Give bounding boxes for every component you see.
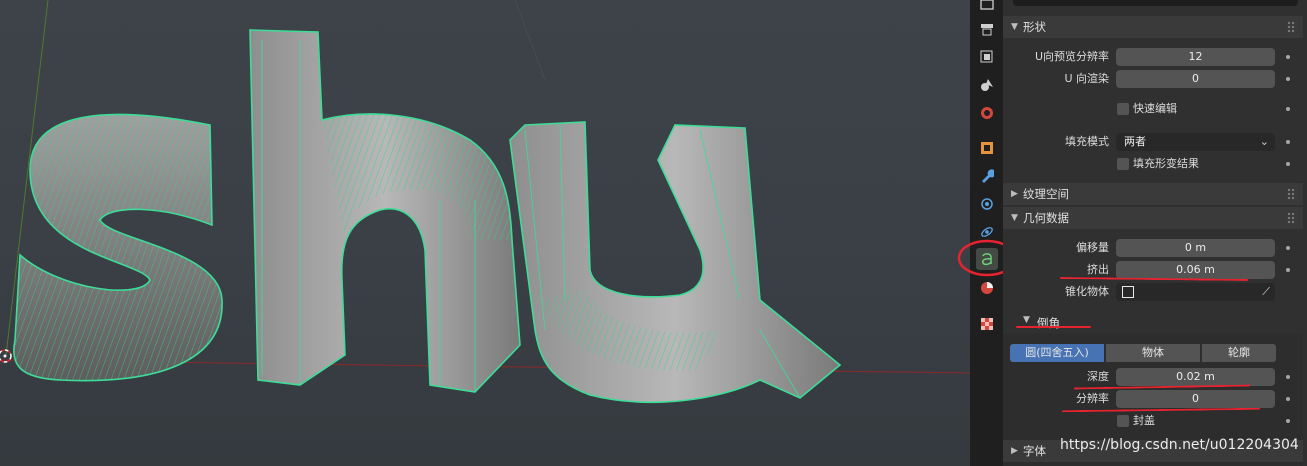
particles-icon — [981, 198, 993, 210]
fill-mode-value: 两者 — [1124, 135, 1146, 148]
wrench-icon — [982, 169, 994, 183]
depth-field[interactable]: 0.02 m — [1116, 368, 1275, 386]
drag-handle-icon[interactable] — [1287, 188, 1295, 200]
cap-checkbox[interactable] — [1117, 415, 1129, 427]
u-render-field[interactable]: 0 — [1116, 70, 1275, 88]
properties-tab-bar — [970, 0, 1003, 466]
geometry-header-label: 几何数据 — [1023, 211, 1069, 225]
modifier-tab[interactable] — [976, 165, 998, 187]
view-layer-icon — [980, 50, 993, 63]
search-input[interactable] — [1013, 0, 1298, 6]
fill-deform-label: 填充形变结果 — [1133, 157, 1199, 170]
material-icon — [981, 282, 993, 294]
taper-object-field[interactable]: ⟋ — [1116, 283, 1275, 301]
texture-space-panel-header[interactable]: ▶ 纹理空间 — [1003, 183, 1303, 205]
texture-icon — [981, 318, 993, 330]
keyframe-dot-icon[interactable] — [1286, 55, 1290, 59]
properties-panel: ▼ 形状 U向预览分辨率 12 U 向渲染 0 快速编辑 填充模式 两者 ⌄ 填… — [1003, 0, 1307, 466]
keyframe-dot-icon[interactable] — [1286, 268, 1290, 272]
texture-space-header-label: 纹理空间 — [1023, 187, 1069, 201]
cap-label: 封盖 — [1133, 414, 1155, 427]
letter-h-mesh — [249, 29, 521, 393]
resolution-field[interactable]: 0 — [1116, 390, 1275, 408]
offset-label: 偏移量 — [1076, 241, 1109, 254]
fill-deform-checkbox[interactable] — [1117, 158, 1129, 170]
particles-tab[interactable] — [976, 193, 998, 215]
view-layer-tab[interactable] — [976, 46, 998, 68]
keyframe-dot-icon[interactable] — [1286, 375, 1290, 379]
watermark-text: https://blog.csdn.net/u012204304 — [1060, 437, 1299, 453]
collapsed-triangle-icon: ▶ — [1011, 446, 1018, 456]
scene-icon — [981, 79, 993, 91]
scene-tab[interactable] — [976, 74, 998, 96]
font-header-label: 字体 — [1023, 444, 1046, 458]
render-icon — [980, 0, 994, 10]
expand-triangle-icon: ▼ — [1011, 22, 1018, 32]
keyframe-dot-icon[interactable] — [1286, 246, 1290, 250]
bevel-object-button[interactable]: 物体 — [1106, 344, 1200, 362]
bevel-profile-button[interactable]: 轮廓 — [1202, 344, 1276, 362]
output-icon — [981, 24, 993, 36]
geometry-panel-header[interactable]: ▼ 几何数据 — [1003, 207, 1303, 229]
object-tab[interactable] — [976, 137, 998, 159]
expand-triangle-icon: ▼ — [1023, 315, 1030, 325]
keyframe-dot-icon[interactable] — [1286, 397, 1290, 401]
text-mesh-render — [0, 0, 970, 403]
object-icon — [981, 142, 993, 154]
letter-s-mesh — [13, 113, 223, 382]
taper-object-label: 锥化物体 — [1065, 285, 1109, 298]
texture-tab[interactable] — [976, 313, 998, 335]
annotation-underline — [1016, 326, 1091, 328]
resolution-label: 分辨率 — [1076, 392, 1109, 405]
keyframe-dot-icon[interactable] — [1286, 77, 1290, 81]
offset-field[interactable]: 0 m — [1116, 239, 1275, 257]
chevron-down-icon: ⌄ — [1259, 135, 1269, 148]
world-icon — [981, 107, 993, 119]
bevel-subpanel-header[interactable]: ▼ 倒角 — [1003, 311, 1303, 333]
u-preview-label: U向预览分辨率 — [1034, 50, 1109, 63]
keyframe-dot-icon[interactable] — [1286, 140, 1290, 144]
fill-mode-select[interactable]: 两者 ⌄ — [1116, 133, 1275, 151]
3d-viewport[interactable] — [0, 0, 970, 466]
object-picker-icon — [1122, 286, 1134, 298]
bevel-header-label: 倒角 — [1037, 316, 1060, 330]
material-tab[interactable] — [976, 277, 998, 299]
keyframe-dot-icon[interactable] — [1286, 107, 1290, 111]
shape-panel-header[interactable]: ▼ 形状 — [1003, 16, 1303, 38]
u-render-label: U 向渲染 — [1064, 72, 1109, 85]
extrude-label: 挤出 — [1087, 263, 1109, 276]
u-preview-field[interactable]: 12 — [1116, 48, 1275, 66]
keyframe-dot-icon[interactable] — [1286, 419, 1290, 423]
drag-handle-icon[interactable] — [1287, 21, 1295, 33]
fast-edit-checkbox[interactable] — [1117, 103, 1129, 115]
fill-mode-label: 填充模式 — [1065, 135, 1109, 148]
bevel-round-button[interactable]: 圆(四舍五入) — [1010, 344, 1104, 362]
drag-handle-icon[interactable] — [1287, 212, 1295, 224]
eyedropper-icon[interactable]: ⟋ — [1262, 283, 1270, 301]
expand-triangle-icon: ▼ — [1011, 213, 1018, 223]
depth-label: 深度 — [1087, 370, 1109, 383]
world-tab[interactable] — [976, 102, 998, 124]
extrude-field[interactable]: 0.06 m — [1116, 261, 1275, 279]
letter-u-mesh — [509, 121, 842, 403]
keyframe-dot-icon[interactable] — [1286, 162, 1290, 166]
shape-header-label: 形状 — [1023, 20, 1046, 34]
fast-edit-label: 快速编辑 — [1133, 102, 1177, 115]
render-tab[interactable] — [976, 0, 998, 16]
output-tab[interactable] — [976, 18, 998, 40]
collapsed-triangle-icon: ▶ — [1011, 189, 1018, 199]
